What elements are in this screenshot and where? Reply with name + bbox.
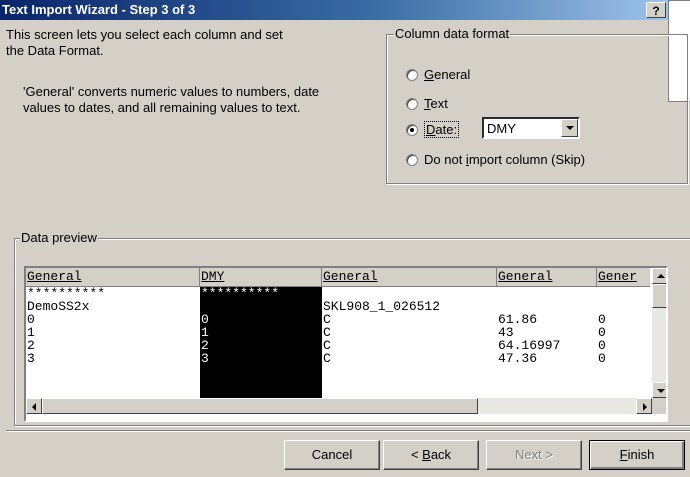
back-button[interactable]: < Back [383, 440, 479, 470]
radio-text-label: Text [424, 96, 448, 111]
preview-column-5[interactable]: Gener 0 0 0 0 [597, 268, 650, 398]
scroll-up-icon[interactable] [652, 268, 666, 284]
table-cell: 0 [598, 326, 606, 339]
next-button[interactable]: Next > [486, 440, 582, 470]
column-header[interactable]: General [26, 268, 200, 287]
radio-text[interactable]: Text [406, 96, 448, 111]
table-cell: 3 [201, 352, 209, 365]
date-format-dropdown[interactable]: DMY [482, 117, 580, 139]
vertical-scroll-thumb[interactable] [652, 284, 666, 308]
back-button-accel: B [422, 447, 431, 462]
vertical-scrollbar[interactable] [652, 268, 666, 398]
scroll-down-icon[interactable] [652, 382, 666, 398]
table-cell: 0 [598, 313, 606, 326]
description-text: This screen lets you select each column … [6, 27, 283, 58]
preview-column-1[interactable]: General ********** DemoSS2x 0 1 2 3 [26, 268, 200, 398]
back-button-label: ack [430, 447, 452, 462]
radio-general-label: General [424, 67, 471, 82]
table-cell [597, 300, 650, 313]
radio-general-button[interactable] [406, 68, 418, 81]
scroll-left-icon[interactable] [26, 398, 42, 414]
table-cell [597, 287, 650, 300]
data-preview-grid[interactable]: General ********** DemoSS2x 0 1 2 3 DMY … [24, 266, 668, 422]
data-preview-legend: Data preview [20, 230, 98, 245]
preview-column-3[interactable]: General SKL908_1_026512 C C C C [322, 268, 497, 398]
column-header[interactable]: DMY [200, 268, 322, 287]
radio-skip-label: Do not import column (Skip) [424, 152, 586, 167]
table-cell: 43 [498, 326, 514, 339]
radio-date-label: Date: [424, 121, 460, 138]
table-cell: C [323, 326, 331, 339]
table-cell: C [323, 339, 331, 352]
table-cell: C [323, 313, 331, 326]
horizontal-scroll-thumb[interactable] [42, 398, 478, 414]
help-button[interactable]: ? [646, 2, 666, 18]
preview-column-2-selected[interactable]: DMY ********** 0 1 2 3 [200, 268, 322, 398]
title-bar[interactable]: Text Import Wizard - Step 3 of 3 [0, 0, 690, 20]
table-cell [497, 287, 597, 300]
window-title: Text Import Wizard - Step 3 of 3 [2, 2, 196, 17]
table-cell: 2 [27, 339, 35, 352]
table-cell: 3 [27, 352, 35, 365]
column-data-format-legend: Column data format [394, 26, 511, 41]
radio-date-button[interactable] [406, 123, 418, 136]
radio-general[interactable]: General [406, 67, 470, 82]
chevron-down-icon[interactable] [561, 119, 578, 137]
general-format-explanation: 'General' converts numeric values to num… [23, 84, 320, 115]
button-separator [6, 430, 690, 432]
table-cell [497, 300, 597, 313]
radio-skip[interactable]: Do not import column (Skip) [406, 152, 585, 167]
table-cell [200, 300, 322, 313]
scrollbar-corner [652, 398, 666, 414]
date-format-value: DMY [487, 121, 516, 136]
column-header[interactable]: Gener [597, 268, 650, 287]
table-cell: 64.16997 [498, 339, 561, 352]
finish-button-label: inish [627, 447, 655, 462]
column-header[interactable]: General [322, 268, 497, 287]
radio-text-button[interactable] [406, 97, 418, 110]
table-cell: ********** [201, 287, 280, 300]
table-cell: SKL908_1_026512 [323, 300, 441, 313]
table-cell: 1 [201, 326, 209, 339]
table-cell: 0 [201, 313, 209, 326]
table-cell: 0 [598, 352, 606, 365]
table-cell: ********** [27, 287, 106, 300]
horizontal-scrollbar[interactable] [26, 398, 652, 414]
finish-button[interactable]: Finish [589, 440, 685, 470]
radio-date[interactable]: Date: [406, 121, 460, 138]
table-cell: 0 [598, 339, 606, 352]
cancel-button[interactable]: Cancel [284, 440, 380, 470]
column-header[interactable]: General [497, 268, 597, 287]
scroll-right-icon[interactable] [636, 398, 652, 414]
table-cell: 47.36 [498, 352, 538, 365]
table-cell: 0 [27, 313, 35, 326]
table-cell: 61.86 [498, 313, 538, 326]
table-cell: 2 [201, 339, 209, 352]
preview-column-4[interactable]: General 61.86 43 64.16997 47.36 [497, 268, 597, 398]
radio-skip-button[interactable] [406, 153, 418, 166]
back-button-prefix: < [410, 447, 423, 462]
table-cell: C [323, 352, 331, 365]
table-cell [322, 287, 497, 300]
finish-button-accel: F [619, 447, 628, 462]
table-cell: 1 [27, 326, 35, 339]
table-cell: DemoSS2x [27, 300, 90, 313]
